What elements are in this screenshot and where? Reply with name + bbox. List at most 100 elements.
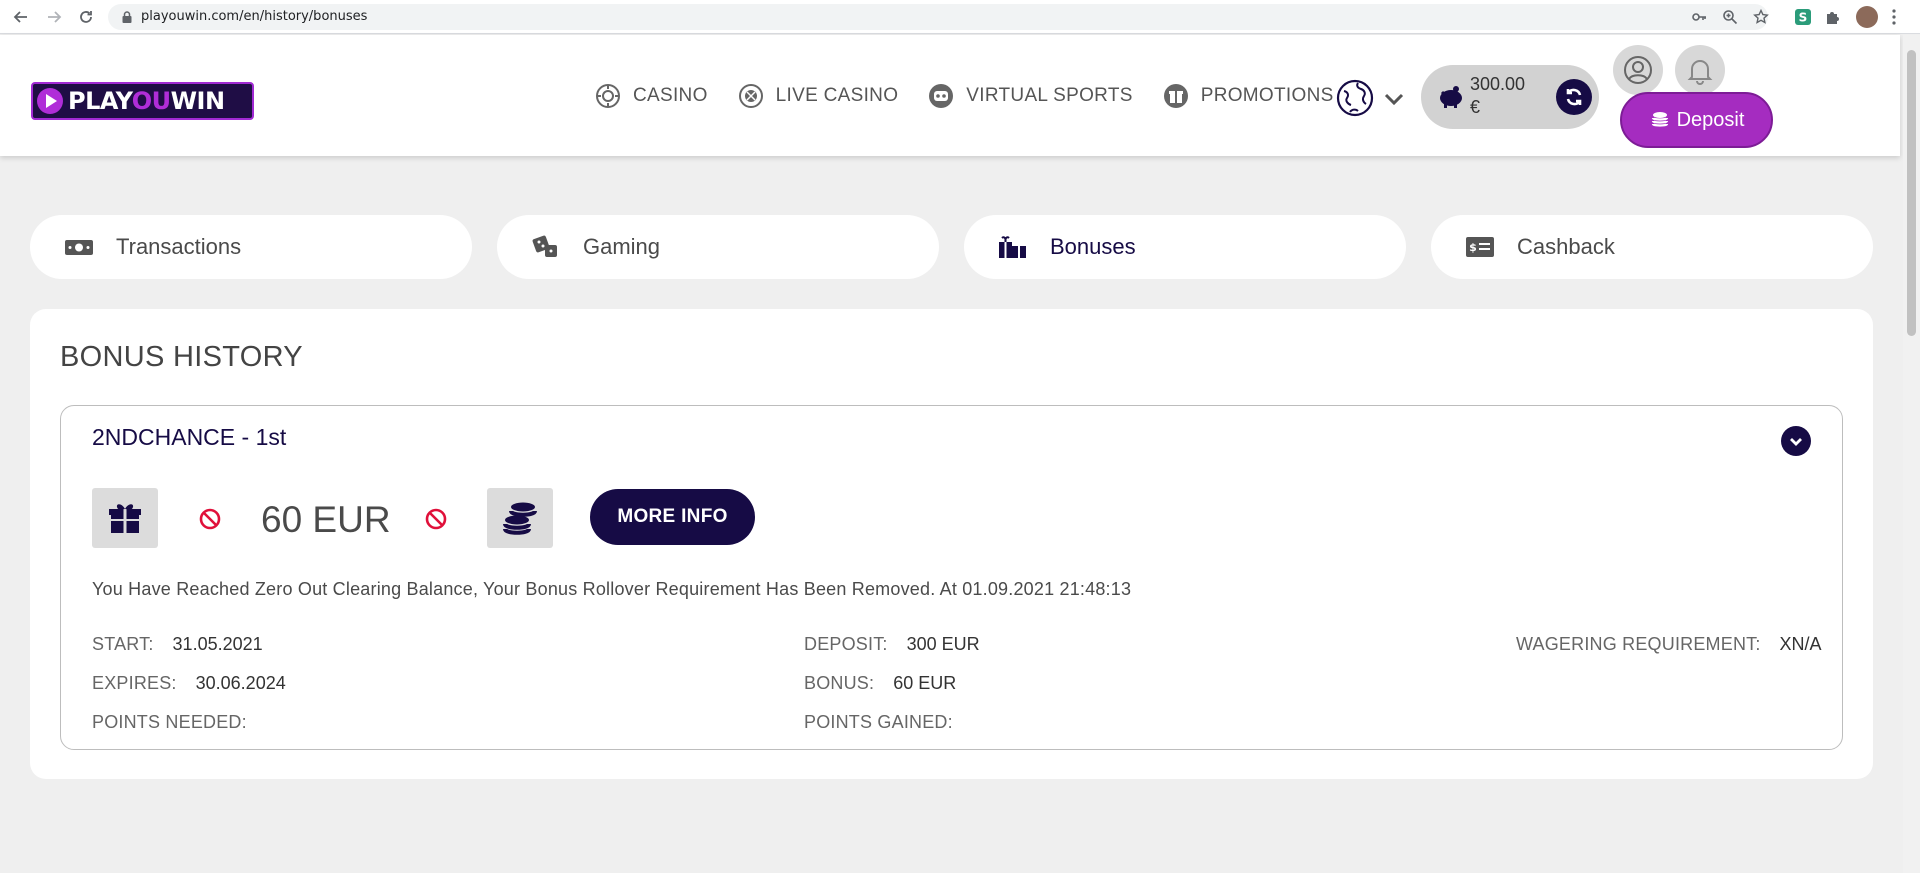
profile-avatar[interactable]	[1856, 6, 1878, 28]
account-button[interactable]	[1613, 45, 1663, 95]
expires-label: EXPIRES:	[92, 673, 177, 693]
nav-casino[interactable]: CASINO	[595, 83, 708, 109]
wagering-value: XN/A	[1779, 634, 1822, 654]
address-bar[interactable]: playouwin.com/en/history/bonuses	[108, 4, 1769, 30]
tab-transactions-label: Transactions	[116, 234, 242, 259]
tab-gaming[interactable]: Gaming	[497, 215, 939, 279]
detail-bonus: BONUS: 60 EUR	[804, 673, 956, 694]
browser-toolbar: playouwin.com/en/history/bonuses S	[0, 0, 1920, 34]
bell-icon	[1687, 60, 1713, 85]
play-logo-icon	[37, 88, 63, 114]
page-scrollbar[interactable]	[1903, 35, 1920, 873]
gift-icon	[1163, 84, 1188, 108]
lock-icon	[122, 11, 132, 23]
nav-promotions[interactable]: PROMOTIONS	[1163, 83, 1334, 109]
points-needed-label: POINTS NEEDED:	[92, 712, 247, 732]
nav-virtual-sports[interactable]: VIRTUAL SPORTS	[928, 83, 1132, 109]
dice-icon	[532, 235, 557, 257]
tab-cashback[interactable]: $ Cashback	[1431, 215, 1873, 279]
bonus-history-panel: BONUS HISTORY 2NDCHANCE - 1st 60 EUR MOR…	[30, 309, 1873, 779]
tab-bonuses-label: Bonuses	[1050, 234, 1136, 259]
arrow-left-icon	[13, 11, 27, 23]
robot-icon	[929, 84, 954, 108]
deposit-button-label: Deposit	[1676, 108, 1745, 131]
collapse-toggle-button[interactable]	[1781, 426, 1811, 456]
nav-promotions-label: PROMOTIONS	[1200, 85, 1334, 106]
refresh-icon	[1566, 88, 1582, 106]
cashback-card-icon: $	[1466, 237, 1494, 257]
chevron-down-icon	[1790, 438, 1802, 446]
nav-live-casino[interactable]: LIVE CASINO	[738, 83, 899, 109]
reload-button[interactable]	[74, 5, 98, 29]
coins-icon	[1651, 112, 1668, 127]
logo-text-play: PLAY	[68, 87, 132, 115]
back-button[interactable]	[9, 5, 33, 29]
deposit-button[interactable]: Deposit	[1620, 92, 1773, 148]
main-nav: CASINO LIVE CASINO VIRTUAL SPORTS PROMOT…	[595, 80, 1364, 112]
detail-deposit: DEPOSIT: 300 EUR	[804, 634, 980, 655]
balance-widget: 300.00 €	[1421, 65, 1599, 129]
kebab-menu-icon[interactable]	[1890, 8, 1898, 26]
start-label: START:	[92, 634, 154, 654]
bonus-label: BONUS:	[804, 673, 875, 693]
start-value: 31.05.2021	[172, 634, 263, 654]
detail-start: START: 31.05.2021	[92, 634, 263, 655]
casino-chip-icon	[596, 84, 620, 108]
bonus-value: 60 EUR	[893, 673, 957, 693]
coin-stack-icon	[503, 502, 537, 535]
user-icon	[1624, 56, 1652, 84]
extension-s-icon[interactable]: S	[1794, 8, 1812, 26]
bonus-type-tile	[92, 488, 158, 548]
playouwin-logo[interactable]: PLAYOUWIN	[31, 82, 254, 120]
wagering-label: WAGERING REQUIREMENT:	[1516, 634, 1761, 654]
points-gained-label: POINTS GAINED:	[804, 712, 953, 732]
more-info-button[interactable]: MORE INFO	[590, 489, 755, 545]
tab-bonuses[interactable]: Bonuses	[964, 215, 1406, 279]
detail-points-needed: POINTS NEEDED:	[92, 712, 266, 733]
balance-amount: 300.00	[1470, 74, 1526, 94]
deposit-value: 300 EUR	[906, 634, 980, 654]
refresh-balance-button[interactable]	[1556, 79, 1592, 115]
chevron-down-icon[interactable]	[1383, 88, 1405, 110]
history-tabs: Transactions Gaming Bonuses $ Cashback	[30, 215, 1873, 279]
nav-casino-label: CASINO	[633, 85, 708, 106]
money-icon	[65, 240, 93, 255]
notifications-button[interactable]	[1675, 45, 1725, 95]
tab-cashback-label: Cashback	[1517, 234, 1615, 259]
logo-text-win: WIN	[170, 87, 226, 115]
wagering-tile	[487, 488, 553, 548]
detail-expires: EXPIRES: 30.06.2024	[92, 673, 286, 694]
reload-icon	[80, 11, 92, 23]
star-icon[interactable]	[1753, 9, 1769, 25]
logo-text-ou: OU	[131, 87, 171, 115]
key-icon[interactable]	[1691, 9, 1707, 25]
deposit-label: DEPOSIT:	[804, 634, 888, 654]
puzzle-icon[interactable]	[1824, 8, 1842, 26]
bonus-card: 2NDCHANCE - 1st 60 EUR MORE INFO You Hav…	[60, 405, 1843, 750]
tab-transactions[interactable]: Transactions	[30, 215, 472, 279]
bonus-name: 2NDCHANCE - 1st	[92, 424, 287, 450]
site-header: PLAYOUWIN CASINO LIVE CASINO VIRTUAL SPO…	[0, 35, 1900, 156]
nav-virtual-sports-label: VIRTUAL SPORTS	[966, 85, 1133, 106]
bonus-amount: 60 EUR	[261, 499, 391, 540]
arrow-right-icon	[48, 11, 62, 23]
expires-value: 30.06.2024	[195, 673, 286, 693]
piggy-bank-icon	[1440, 86, 1462, 108]
tab-gaming-label: Gaming	[583, 234, 661, 259]
scrollbar-thumb[interactable]	[1907, 50, 1916, 336]
not-allowed-icon	[425, 508, 447, 530]
not-allowed-icon	[199, 508, 221, 530]
nav-live-casino-label: LIVE CASINO	[775, 85, 899, 106]
gift-box-icon	[109, 504, 141, 533]
zoom-icon[interactable]	[1722, 9, 1738, 25]
detail-wagering: WAGERING REQUIREMENT: XN/A	[1516, 634, 1822, 655]
detail-points-gained: POINTS GAINED:	[804, 712, 972, 733]
svg-text:S: S	[1799, 11, 1808, 25]
svg-text:$: $	[1469, 241, 1477, 254]
balance-currency: €	[1470, 97, 1481, 117]
page-title: BONUS HISTORY	[60, 341, 303, 373]
url-text: playouwin.com/en/history/bonuses	[141, 9, 368, 24]
globe-language-icon[interactable]	[1336, 79, 1374, 117]
forward-button[interactable]	[42, 5, 66, 29]
roulette-icon	[738, 84, 763, 108]
